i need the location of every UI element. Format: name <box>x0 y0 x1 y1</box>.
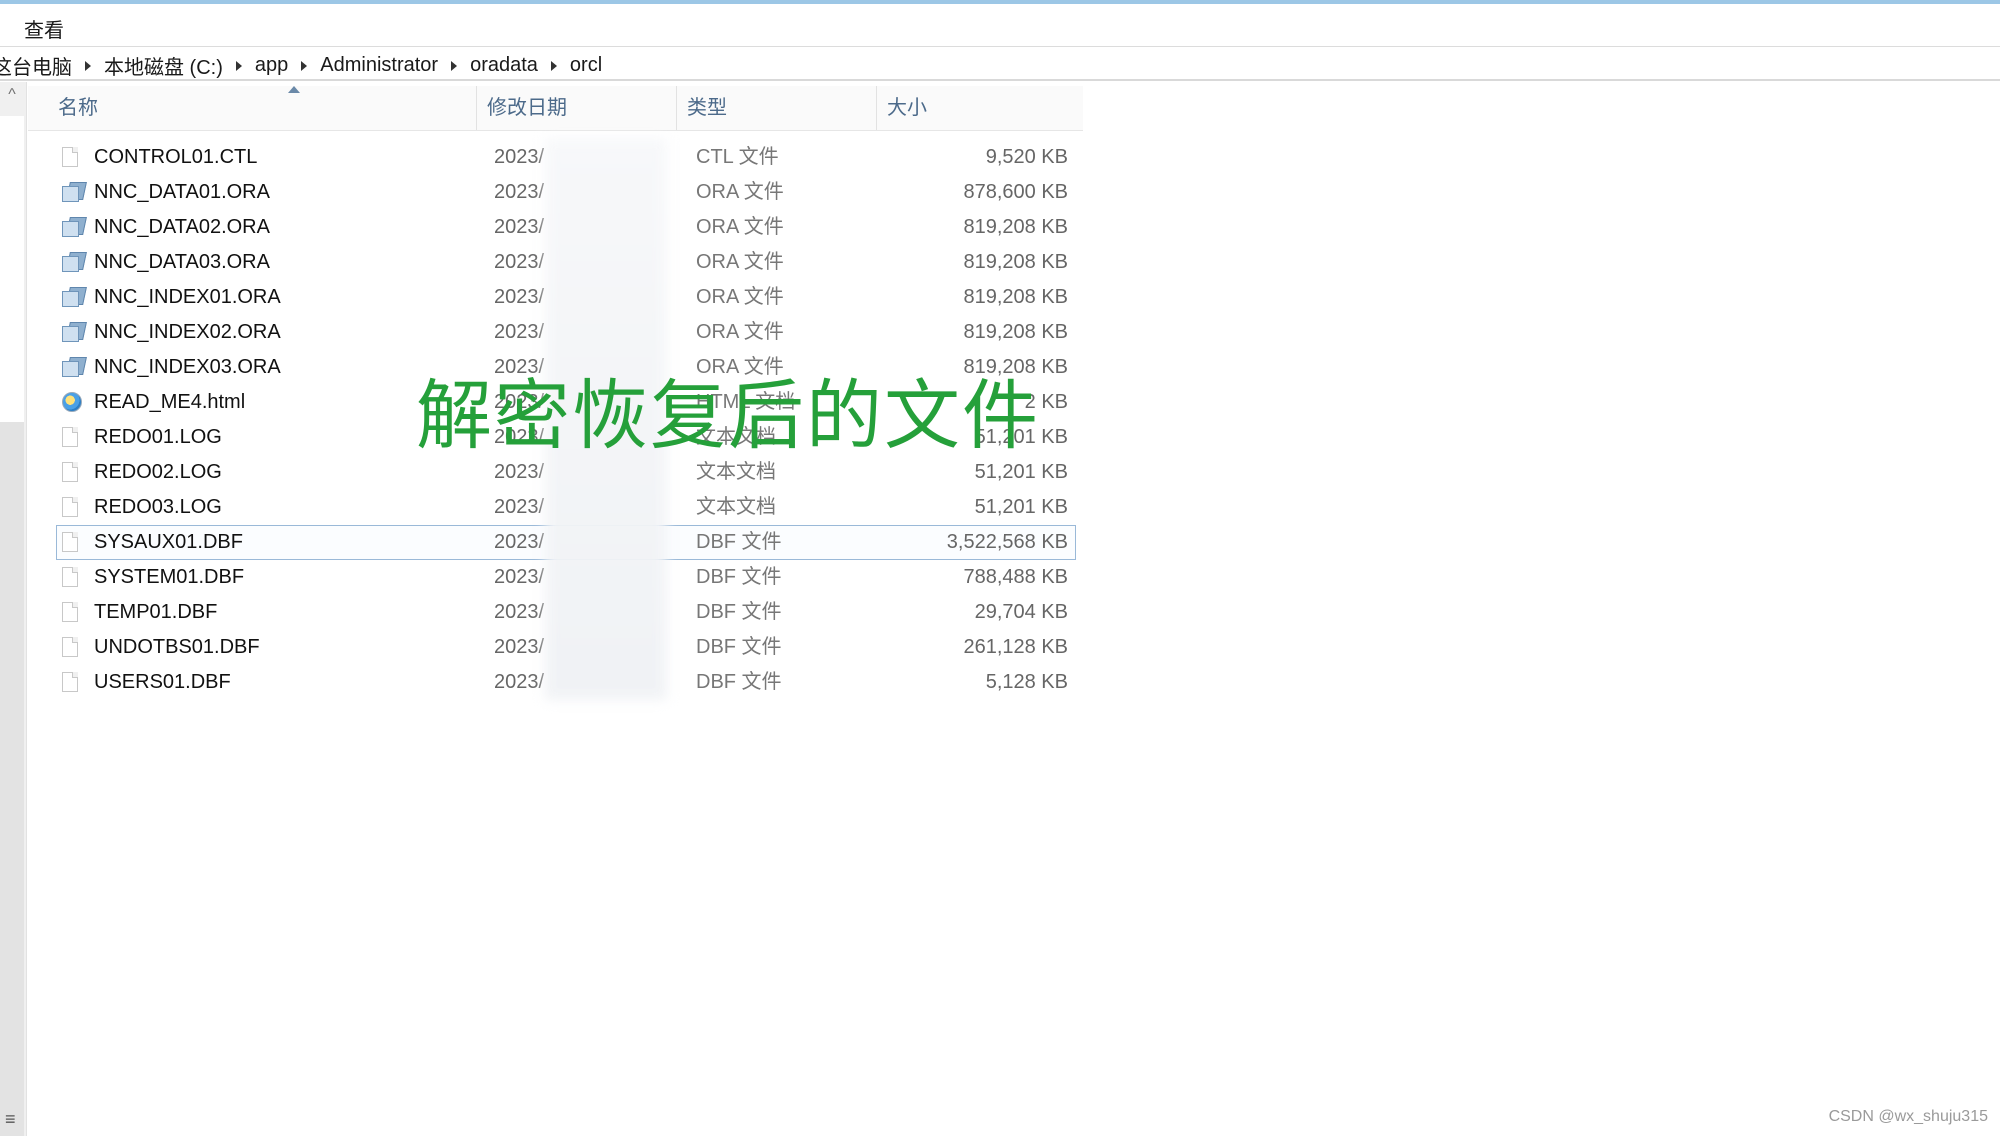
file-name: NNC_DATA02.ORA <box>94 216 270 238</box>
ora-file-icon <box>62 357 87 379</box>
address-bar[interactable]: 这台电脑 本地磁盘 (C:) app Administrator oradata… <box>0 47 2000 81</box>
chevron-right-icon[interactable] <box>451 60 458 71</box>
chevron-right-icon[interactable] <box>301 60 308 71</box>
file-size: 51,201 KB <box>974 496 1068 518</box>
file-type: CTL 文件 <box>696 146 779 168</box>
file-name: SYSTEM01.DBF <box>94 566 245 588</box>
file-type: ORA 文件 <box>696 321 784 343</box>
file-name: CONTROL01.CTL <box>94 146 258 168</box>
breadcrumb-this-pc[interactable]: 这台电脑 <box>0 51 72 80</box>
file-type: 文本文档 <box>696 496 776 518</box>
breadcrumb-app[interactable]: app <box>255 54 288 77</box>
file-type: DBF 文件 <box>696 531 782 553</box>
document-icon <box>62 147 82 169</box>
file-date: 2023/ <box>494 496 545 518</box>
file-size: 29,704 KB <box>974 601 1068 623</box>
file-name: NNC_DATA01.ORA <box>94 181 270 203</box>
file-name: READ_ME4.html <box>94 391 246 413</box>
file-name: UNDOTBS01.DBF <box>94 636 260 658</box>
file-size: 819,208 KB <box>963 286 1068 308</box>
file-size: 819,208 KB <box>963 216 1068 238</box>
file-date: 2023/ <box>494 181 545 203</box>
file-name: NNC_DATA03.ORA <box>94 251 270 273</box>
breadcrumb-local-disk[interactable]: 本地磁盘 (C:) <box>104 51 223 80</box>
file-size: 261,128 KB <box>963 636 1068 658</box>
document-icon <box>62 637 82 659</box>
file-name: REDO01.LOG <box>94 426 222 448</box>
column-name[interactable]: 名称 <box>28 86 378 130</box>
column-date[interactable]: 修改日期 <box>476 86 676 130</box>
file-date: 2023/ <box>494 636 545 658</box>
ora-file-icon <box>62 287 87 309</box>
file-type: ORA 文件 <box>696 286 784 308</box>
file-name: TEMP01.DBF <box>94 601 218 623</box>
breadcrumb: 这台电脑 本地磁盘 (C:) app Administrator oradata… <box>0 51 602 80</box>
file-date: 2023/ <box>494 286 545 308</box>
file-date: 2023/ <box>494 531 545 553</box>
column-type[interactable]: 类型 <box>676 86 876 130</box>
file-size: 3,522,568 KB <box>946 531 1068 553</box>
scroll-up-icon[interactable]: ^ <box>3 86 21 104</box>
overlay-caption: 解密恢复后的文件 <box>416 371 1040 460</box>
column-header: 名称 修改日期 类型 大小 <box>28 86 1083 131</box>
file-type: DBF 文件 <box>696 636 782 658</box>
ora-file-icon <box>62 252 87 274</box>
file-name: REDO02.LOG <box>94 461 222 483</box>
file-size: 788,488 KB <box>963 566 1068 588</box>
file-date: 2023/ <box>494 601 545 623</box>
column-size[interactable]: 大小 <box>876 86 1083 130</box>
sort-ascending-icon <box>288 86 300 93</box>
grip-icon[interactable]: ≡ <box>5 1110 16 1128</box>
file-name: REDO03.LOG <box>94 496 222 518</box>
menu-view[interactable]: 查看 <box>24 14 64 43</box>
document-icon <box>62 462 82 484</box>
scrollbar-track[interactable] <box>0 422 24 1136</box>
document-icon <box>62 532 82 554</box>
scrollbar-thumb[interactable] <box>0 116 24 423</box>
file-date: 2023/ <box>494 216 545 238</box>
html-file-icon <box>62 392 82 414</box>
ora-file-icon <box>62 322 87 344</box>
ora-file-icon <box>62 217 87 239</box>
file-size: 9,520 KB <box>985 146 1068 168</box>
breadcrumb-administrator[interactable]: Administrator <box>320 54 438 77</box>
file-type: ORA 文件 <box>696 251 784 273</box>
file-size: 819,208 KB <box>963 321 1068 343</box>
document-icon <box>62 602 82 624</box>
breadcrumb-orcl[interactable]: orcl <box>570 54 602 77</box>
file-type: DBF 文件 <box>696 601 782 623</box>
chevron-right-icon[interactable] <box>235 60 242 71</box>
document-icon <box>62 672 82 694</box>
file-date: 2023/ <box>494 671 545 693</box>
file-type: ORA 文件 <box>696 216 784 238</box>
file-type: DBF 文件 <box>696 671 782 693</box>
file-name: NNC_INDEX01.ORA <box>94 286 281 308</box>
file-date: 2023/ <box>494 566 545 588</box>
ora-file-icon <box>62 182 87 204</box>
file-date: 2023/ <box>494 321 545 343</box>
file-size: 819,208 KB <box>963 251 1068 273</box>
file-name: SYSAUX01.DBF <box>94 531 243 553</box>
file-date: 2023/ <box>494 251 545 273</box>
file-date: 2023/ <box>494 146 545 168</box>
file-type: DBF 文件 <box>696 566 782 588</box>
file-type: ORA 文件 <box>696 181 784 203</box>
watermark: CSDN @wx_shuju315 <box>1828 1108 1988 1125</box>
document-icon <box>62 427 82 449</box>
menu-bar: 查看 <box>0 4 2000 47</box>
chevron-right-icon[interactable] <box>85 60 91 71</box>
file-name: NNC_INDEX02.ORA <box>94 321 281 343</box>
file-name: NNC_INDEX03.ORA <box>94 356 281 378</box>
breadcrumb-oradata[interactable]: oradata <box>470 54 538 77</box>
file-name: USERS01.DBF <box>94 671 231 693</box>
file-size: 5,128 KB <box>985 671 1068 693</box>
document-icon <box>62 567 82 589</box>
document-icon <box>62 497 82 519</box>
chevron-right-icon[interactable] <box>550 60 557 71</box>
file-size: 878,600 KB <box>963 181 1068 203</box>
navigation-pane-scrollbar[interactable]: ^ ≡ <box>0 82 27 1136</box>
